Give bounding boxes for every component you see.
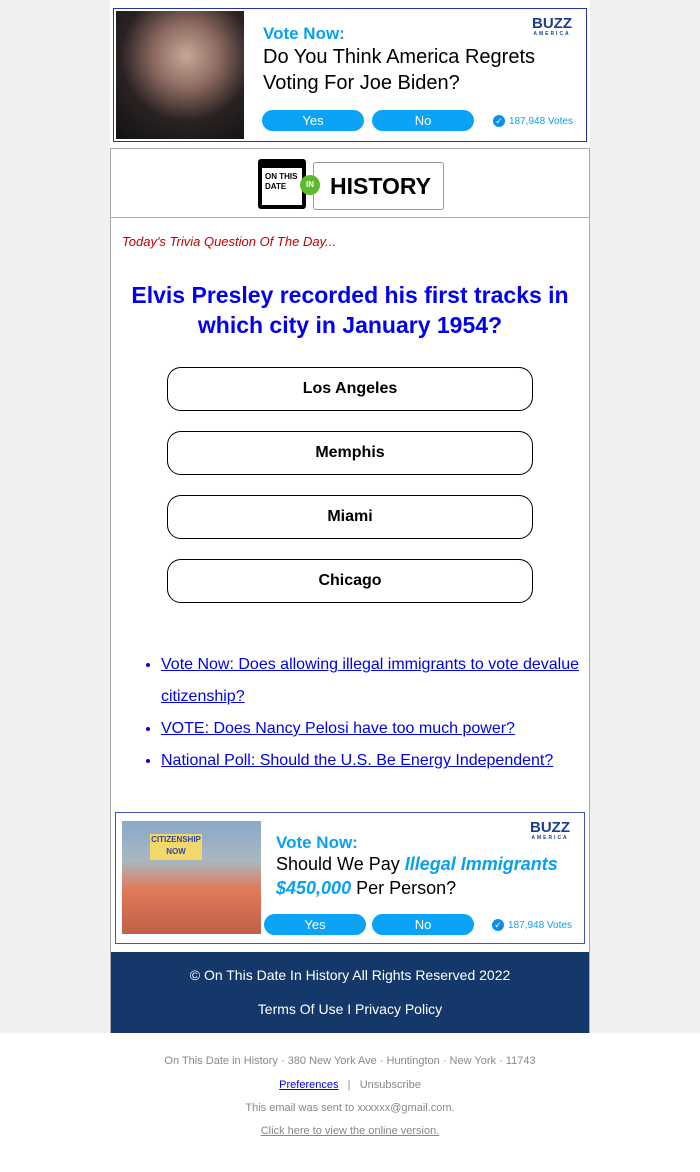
online-version-link[interactable]: Click here to view the online version. bbox=[0, 1125, 700, 1137]
terms-link[interactable]: Terms Of Use bbox=[258, 1001, 344, 1017]
trivia-label: Today's Trivia Question Of The Day... bbox=[122, 234, 336, 249]
poll-link[interactable]: National Poll: Should the U.S. Be Energy… bbox=[161, 752, 553, 769]
check-icon: ✓ bbox=[492, 919, 504, 931]
answer-button[interactable]: Los Angeles bbox=[167, 367, 533, 411]
vote-now-label: Vote Now: bbox=[276, 833, 358, 852]
trivia-question: Elvis Presley recorded his first tracks … bbox=[131, 282, 569, 338]
mailing-address: On This Date in History · 380 New York A… bbox=[164, 1055, 536, 1067]
list-item: National Poll: Should the U.S. Be Energy… bbox=[161, 745, 591, 777]
poll-link[interactable]: VOTE: Does Nancy Pelosi have too much po… bbox=[161, 720, 515, 737]
vote-count-text: 187,948 Votes bbox=[508, 919, 572, 931]
yes-button[interactable]: Yes bbox=[262, 110, 364, 131]
vote-now-label: Vote Now: bbox=[263, 24, 345, 43]
protest-sign: CITIZENSHIP NOW bbox=[150, 834, 202, 860]
answer-button[interactable]: Chicago bbox=[167, 559, 533, 603]
list-item: VOTE: Does Nancy Pelosi have too much po… bbox=[161, 713, 591, 745]
no-button[interactable]: No bbox=[372, 110, 474, 131]
bottom-poll-ad[interactable]: CITIZENSHIP NOW BUZZ AMERICA Vote Now: Sh… bbox=[115, 812, 585, 944]
separator: I bbox=[347, 1001, 352, 1017]
ad-photo[interactable] bbox=[116, 11, 244, 139]
buzz-america-logo: BUZZ AMERICA bbox=[530, 819, 570, 841]
vote-count: ✓ 187,948 Votes bbox=[493, 115, 573, 127]
top-poll-ad[interactable]: BUZZ AMERICA Vote Now: Do You Think Ameri… bbox=[113, 8, 587, 142]
poll-links-list: Vote Now: Does allowing illegal immigran… bbox=[161, 649, 591, 777]
history-wordmark: HISTORY bbox=[313, 162, 444, 210]
poll-question: Should We Pay Illegal Immigrants $450,000… bbox=[276, 854, 558, 898]
email-footer: On This Date in History · 380 New York A… bbox=[0, 1055, 700, 1137]
sent-to-text: This email was sent to xxxxxx@gmail.com. bbox=[245, 1102, 455, 1114]
answer-button[interactable]: Miami bbox=[167, 495, 533, 539]
site-logo[interactable]: ON THIS DATE IN HISTORY bbox=[111, 149, 589, 218]
poll-link[interactable]: Vote Now: Does allowing illegal immigran… bbox=[161, 656, 579, 705]
separator: | bbox=[347, 1079, 351, 1091]
preferences-link[interactable]: Preferences bbox=[279, 1079, 338, 1091]
vote-count: ✓ 187,948 Votes bbox=[492, 919, 572, 931]
copyright: © On This Date In History All Rights Res… bbox=[189, 967, 511, 983]
footer-links: Terms Of Use I Privacy Policy bbox=[111, 1001, 589, 1017]
in-badge: IN bbox=[300, 175, 320, 195]
list-item: Vote Now: Does allowing illegal immigran… bbox=[161, 649, 591, 713]
yes-button[interactable]: Yes bbox=[264, 914, 366, 935]
vote-count-text: 187,948 Votes bbox=[509, 115, 573, 127]
unsubscribe-link[interactable]: Unsubscribe bbox=[360, 1079, 421, 1091]
main-content: ON THIS DATE IN HISTORY Today's Trivia Q… bbox=[110, 148, 590, 1033]
site-footer: © On This Date In History All Rights Res… bbox=[111, 952, 589, 1033]
privacy-link[interactable]: Privacy Policy bbox=[355, 1001, 442, 1017]
buzz-america-logo: BUZZ AMERICA bbox=[532, 15, 572, 37]
poll-question: Do You Think America Regrets Voting For … bbox=[263, 46, 536, 94]
no-button[interactable]: No bbox=[372, 914, 474, 935]
calendar-icon: ON THIS DATE bbox=[258, 159, 306, 209]
answer-button[interactable]: Memphis bbox=[167, 431, 533, 475]
check-icon: ✓ bbox=[493, 115, 505, 127]
ad-photo[interactable]: CITIZENSHIP NOW bbox=[122, 821, 261, 934]
